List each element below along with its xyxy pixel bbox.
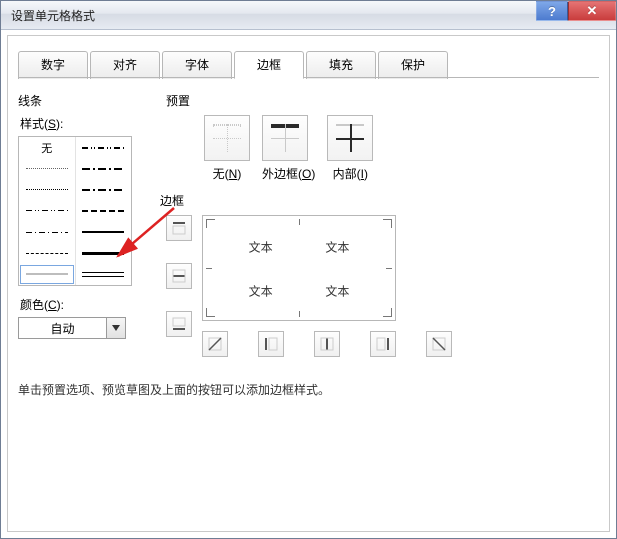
tab-label: 对齐: [113, 58, 137, 72]
border-right-button[interactable]: [370, 331, 396, 357]
preset-inside-button[interactable]: [327, 115, 373, 161]
close-button[interactable]: ✕: [568, 1, 616, 21]
tab-number[interactable]: 数字: [18, 51, 88, 79]
chevron-down-icon: [106, 318, 125, 338]
tabstrip: 数字 对齐 字体 边框 填充 保护: [18, 50, 599, 78]
line-style-hair[interactable]: [19, 158, 75, 179]
close-icon: ✕: [587, 3, 598, 19]
border-left-button[interactable]: [258, 331, 284, 357]
preview-cell-text: 文本: [325, 239, 349, 256]
line-style-thick[interactable]: [76, 243, 132, 264]
line-style-medium[interactable]: [76, 222, 132, 243]
line-style-dashed[interactable]: [19, 243, 75, 264]
window-title: 设置单元格格式: [11, 7, 95, 24]
border-diag-up-button[interactable]: [202, 331, 228, 357]
line-style-dashdot[interactable]: [19, 222, 75, 243]
line-section-label: 线条: [18, 92, 158, 109]
preset-column: 预置 无(N): [158, 92, 599, 357]
tab-protection[interactable]: 保护: [378, 51, 448, 79]
color-label: 颜色(C):: [20, 296, 158, 313]
preset-none-label: 无(N): [204, 165, 250, 182]
border-diag-down-button[interactable]: [426, 331, 452, 357]
preset-row: 无(N) 外边框(O): [166, 115, 599, 182]
border-preview[interactable]: 文本 文本 文本 文本: [202, 215, 396, 321]
hint-text: 单击预置选项、预览草图及上面的按钮可以添加边框样式。: [18, 381, 599, 398]
line-style-medium-dashdotdot[interactable]: [76, 137, 132, 158]
tab-label: 填充: [329, 58, 353, 72]
tab-font[interactable]: 字体: [162, 51, 232, 79]
tab-label: 字体: [185, 58, 209, 72]
help-icon: ?: [548, 4, 556, 19]
line-style-slantdashdot[interactable]: [76, 158, 132, 179]
tab-body: 线条 样式(S): 无: [18, 92, 599, 357]
preset-section-label: 预置: [166, 92, 599, 109]
border-vertical-button[interactable]: [314, 331, 340, 357]
border-top-button[interactable]: [166, 215, 192, 241]
line-style-thin[interactable]: [19, 264, 75, 285]
titlebar: 设置单元格格式 ? ✕: [1, 1, 616, 30]
border-section-label: 边框: [160, 192, 599, 209]
preview-cell-text: 文本: [249, 239, 273, 256]
border-horizontal-button[interactable]: [166, 263, 192, 289]
preset-none-icon: [213, 124, 241, 152]
preset-outline-button[interactable]: [262, 115, 308, 161]
tab-label: 数字: [41, 58, 65, 72]
preset-inside-icon: [336, 124, 364, 152]
format-cells-dialog: 设置单元格格式 ? ✕ 数字 对齐 字体 边框 填充 保护 线条 样式(S: [0, 0, 617, 539]
line-style-dotted[interactable]: [19, 179, 75, 200]
line-column: 线条 样式(S): 无: [18, 92, 158, 357]
preset-none-button[interactable]: [204, 115, 250, 161]
line-style-dashdotdot[interactable]: [19, 200, 75, 221]
tab-border[interactable]: 边框: [234, 51, 304, 79]
line-style-none[interactable]: 无: [19, 137, 75, 158]
color-dropdown[interactable]: 自动: [18, 317, 126, 339]
tab-fill[interactable]: 填充: [306, 51, 376, 79]
preview-cell-text: 文本: [249, 282, 273, 299]
preset-outline-label: 外边框(O): [262, 165, 315, 182]
help-button[interactable]: ?: [536, 1, 568, 21]
line-style-medium-dashdot[interactable]: [76, 179, 132, 200]
preset-outline-icon: [271, 124, 299, 152]
tab-label: 保护: [401, 58, 425, 72]
color-value: 自动: [19, 320, 106, 337]
preview-cell-text: 文本: [325, 282, 349, 299]
line-style-list[interactable]: 无: [18, 136, 132, 286]
tab-label: 边框: [257, 58, 281, 72]
client-area: 数字 对齐 字体 边框 填充 保护 线条 样式(S): 无: [7, 35, 610, 532]
tab-alignment[interactable]: 对齐: [90, 51, 160, 79]
border-bottom-button[interactable]: [166, 311, 192, 337]
window-controls: ? ✕: [536, 1, 616, 21]
style-label: 样式(S):: [20, 115, 158, 132]
line-style-double[interactable]: [76, 264, 132, 285]
preset-inside-label: 内部(I): [327, 165, 373, 182]
line-style-medium-dashed[interactable]: [76, 200, 132, 221]
